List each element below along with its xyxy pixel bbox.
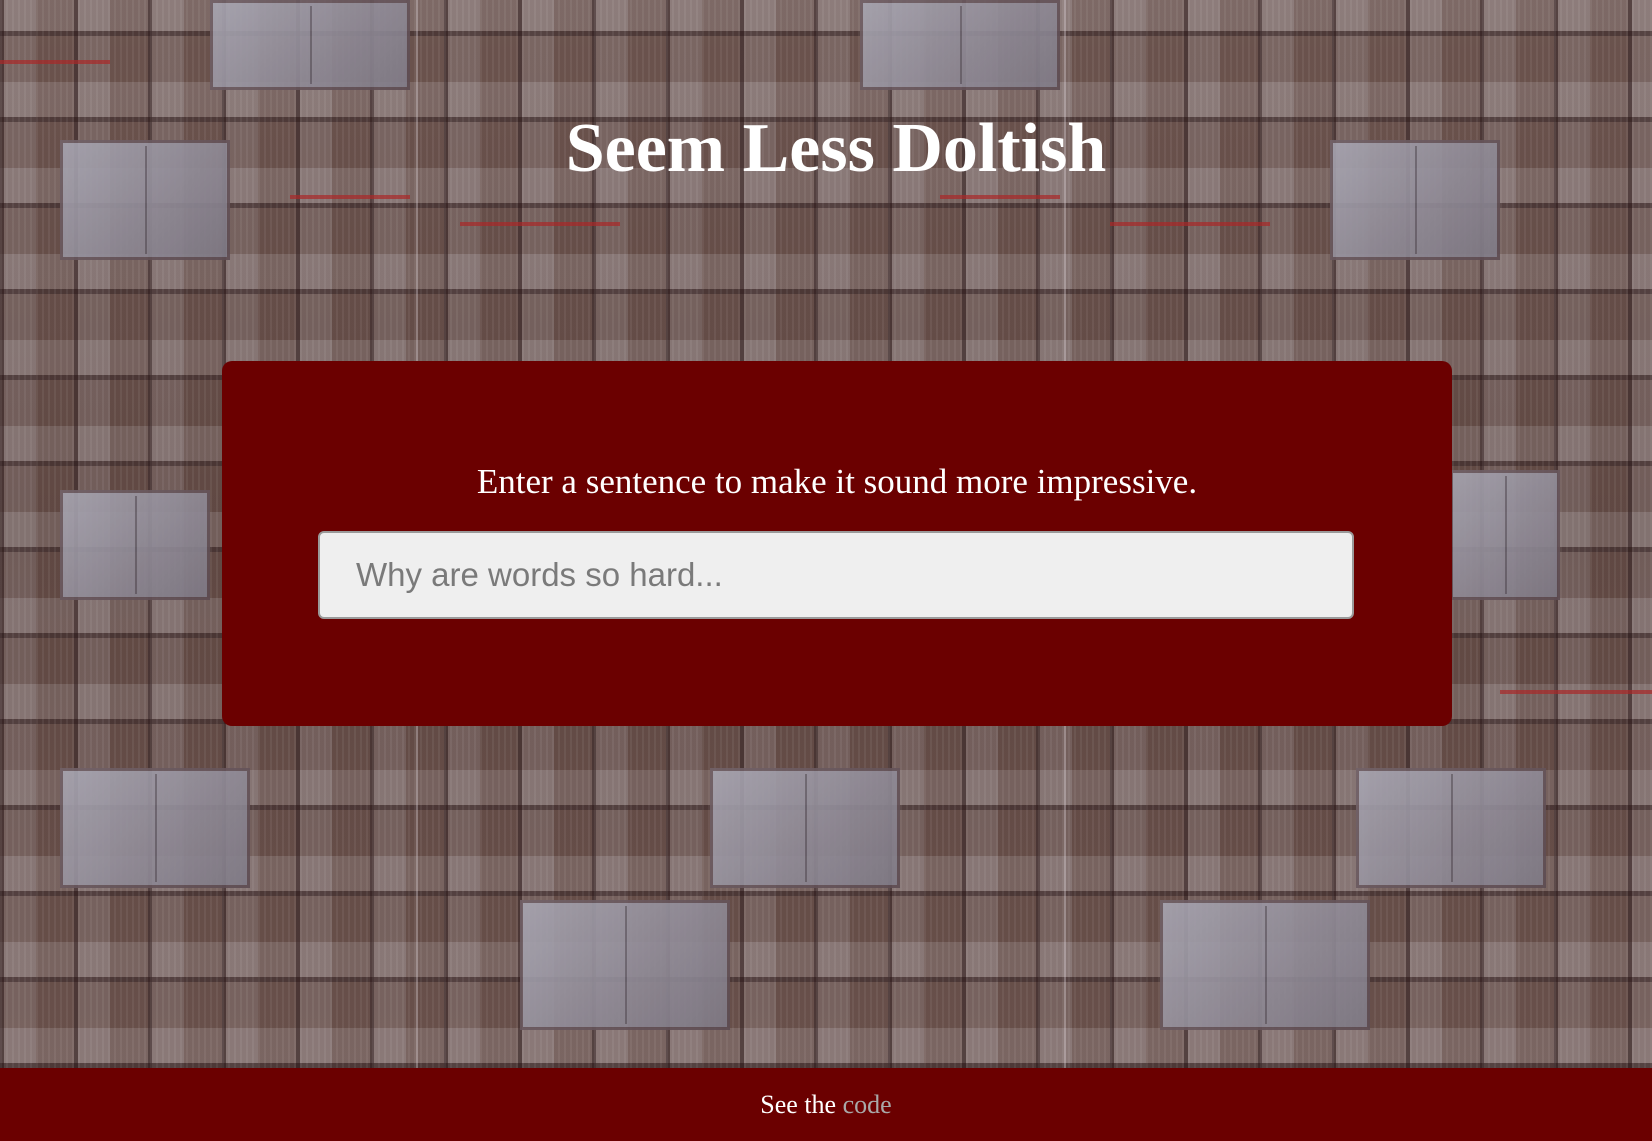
background-red-edge [290,195,410,199]
background-book [60,490,210,600]
background-book [710,768,900,888]
background-red-edge [0,60,110,64]
footer: See the code [0,1068,1652,1141]
background-book [1160,900,1370,1030]
background-red-edge [1110,222,1270,226]
code-link[interactable]: code [843,1090,892,1119]
background-book [1450,470,1560,600]
background-book [60,768,250,888]
instruction-text: Enter a sentence to make it sound more i… [476,462,1198,501]
input-card: Enter a sentence to make it sound more i… [222,361,1452,726]
background-book [860,0,1060,90]
sentence-input[interactable] [318,531,1354,619]
background-book [520,900,730,1030]
background-red-edge [1500,690,1652,694]
footer-prefix: See the [760,1090,843,1119]
background-book [210,0,410,90]
page-title: Seem Less Doltish [565,110,1107,187]
background-red-edge [940,195,1060,199]
background-red-edge [460,222,620,226]
background-book [1356,768,1546,888]
